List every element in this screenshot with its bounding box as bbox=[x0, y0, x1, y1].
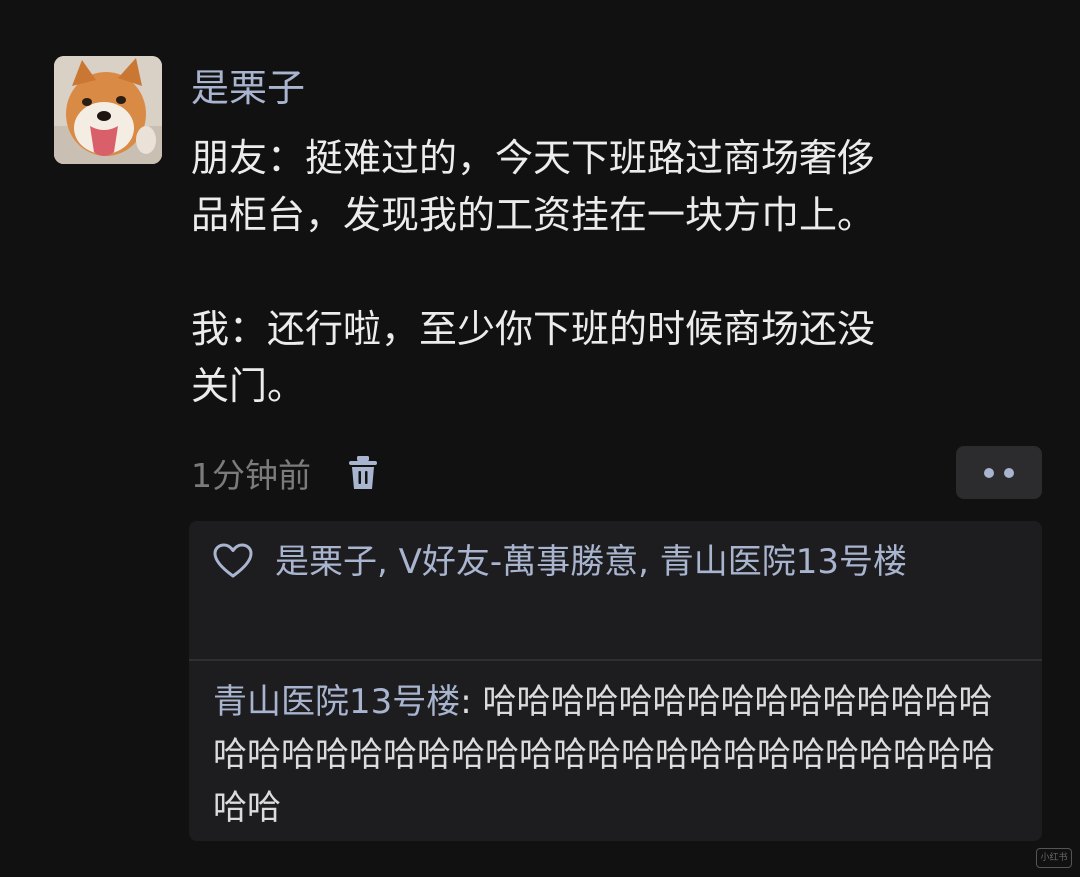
comment-separator: : bbox=[460, 682, 483, 722]
comment[interactable]: 青山医院13号楼: 哈哈哈哈哈哈哈哈哈哈哈哈哈哈哈哈哈哈哈哈哈哈哈哈哈哈哈哈哈哈… bbox=[213, 676, 1025, 835]
post-line: 我：还行啦，至少你下班的时候商场还没 bbox=[191, 307, 876, 351]
delete-button[interactable] bbox=[343, 451, 383, 495]
watermark-text: 小红书 bbox=[1040, 853, 1068, 863]
post-content: 朋友：挺难过的，今天下班路过商场奢侈 品柜台，发现我的工资挂在一块方巾上。 我：… bbox=[191, 130, 1041, 415]
watermark-logo: 小红书 bbox=[1036, 848, 1072, 868]
comment-author[interactable]: 青山医院13号楼 bbox=[213, 682, 460, 722]
likes-row[interactable]: 是栗子, V好友-萬事勝意, 青山医院13号楼 bbox=[213, 535, 1013, 589]
trash-icon bbox=[349, 456, 377, 489]
post-author-name[interactable]: 是栗子 bbox=[191, 62, 305, 114]
heart-icon[interactable] bbox=[213, 543, 253, 579]
interaction-panel: 是栗子, V好友-萬事勝意, 青山医院13号楼 青山医院13号楼: 哈哈哈哈哈哈… bbox=[189, 521, 1042, 841]
post-line: 关门。 bbox=[191, 364, 306, 408]
post-line: 品柜台，发现我的工资挂在一块方巾上。 bbox=[191, 193, 876, 237]
post-line: 朋友：挺难过的，今天下班路过商场奢侈 bbox=[191, 136, 876, 180]
shiba-dog-avatar-image bbox=[54, 56, 162, 164]
more-dots-icon bbox=[984, 467, 994, 478]
avatar[interactable] bbox=[54, 56, 162, 164]
post-meta: 1分钟前 bbox=[191, 446, 383, 500]
likes-names[interactable]: 是栗子, V好友-萬事勝意, 青山医院13号楼 bbox=[275, 542, 907, 582]
more-actions-button[interactable] bbox=[956, 446, 1042, 499]
more-dots-icon bbox=[1004, 467, 1014, 478]
post-timestamp: 1分钟前 bbox=[191, 456, 311, 495]
divider bbox=[189, 659, 1042, 661]
